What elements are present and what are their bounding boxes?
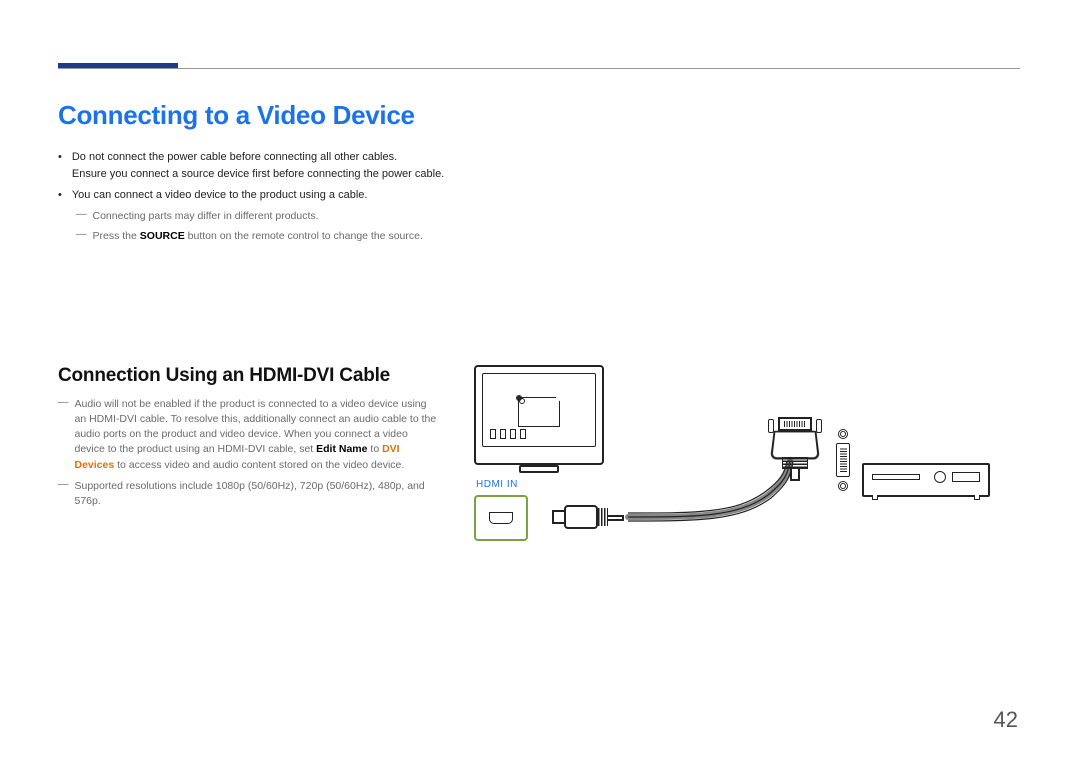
- header-accent: [58, 63, 178, 68]
- dash-icon: ―: [76, 206, 87, 222]
- subnote-text: Connecting parts may differ in different…: [93, 208, 1023, 224]
- section-note-text: Supported resolutions include 1080p (50/…: [75, 479, 439, 509]
- bullet-text: Do not connect the power cable before co…: [72, 149, 1022, 183]
- video-player-icon: [862, 463, 990, 497]
- monitor-icon: [474, 365, 604, 465]
- dvi-port-icon: [836, 429, 850, 491]
- intro-bullets: • Do not connect the power cable before …: [58, 149, 1022, 245]
- connection-diagram: HDMI IN: [468, 365, 1008, 565]
- dash-icon: ―: [58, 477, 69, 507]
- bullet-item: • You can connect a video device to the …: [58, 187, 1022, 204]
- right-column: HDMI IN: [468, 365, 1022, 565]
- dvi-plug-icon: [764, 417, 826, 481]
- section-title: Connection Using an HDMI-DVI Cable: [58, 365, 438, 387]
- bullet-text: You can connect a video device to the pr…: [72, 187, 1022, 204]
- subnote-text: Press the SOURCE button on the remote co…: [93, 228, 1023, 244]
- subnote: ― Connecting parts may differ in differe…: [76, 208, 1022, 224]
- page-number: 42: [994, 707, 1018, 733]
- page-title: Connecting to a Video Device: [58, 100, 1022, 131]
- hdmi-in-port-icon: [474, 495, 528, 541]
- dash-icon: ―: [58, 395, 69, 471]
- manual-page: Connecting to a Video Device • Do not co…: [0, 0, 1080, 763]
- subnote: ― Press the SOURCE button on the remote …: [76, 228, 1022, 244]
- dash-icon: ―: [76, 226, 87, 242]
- left-column: Connection Using an HDMI-DVI Cable ― Aud…: [58, 365, 438, 565]
- hdmi-in-label: HDMI IN: [476, 479, 518, 490]
- section-note: ― Supported resolutions include 1080p (5…: [58, 479, 438, 509]
- bullet-item: • Do not connect the power cable before …: [58, 149, 1022, 183]
- section-note: ― Audio will not be enabled if the produ…: [58, 397, 438, 473]
- content-columns: Connection Using an HDMI-DVI Cable ― Aud…: [58, 365, 1022, 565]
- section-note-text: Audio will not be enabled if the product…: [75, 397, 439, 473]
- bullet-dot-icon: •: [58, 149, 62, 183]
- bullet-dot-icon: •: [58, 187, 62, 204]
- header-rule: [58, 68, 1020, 69]
